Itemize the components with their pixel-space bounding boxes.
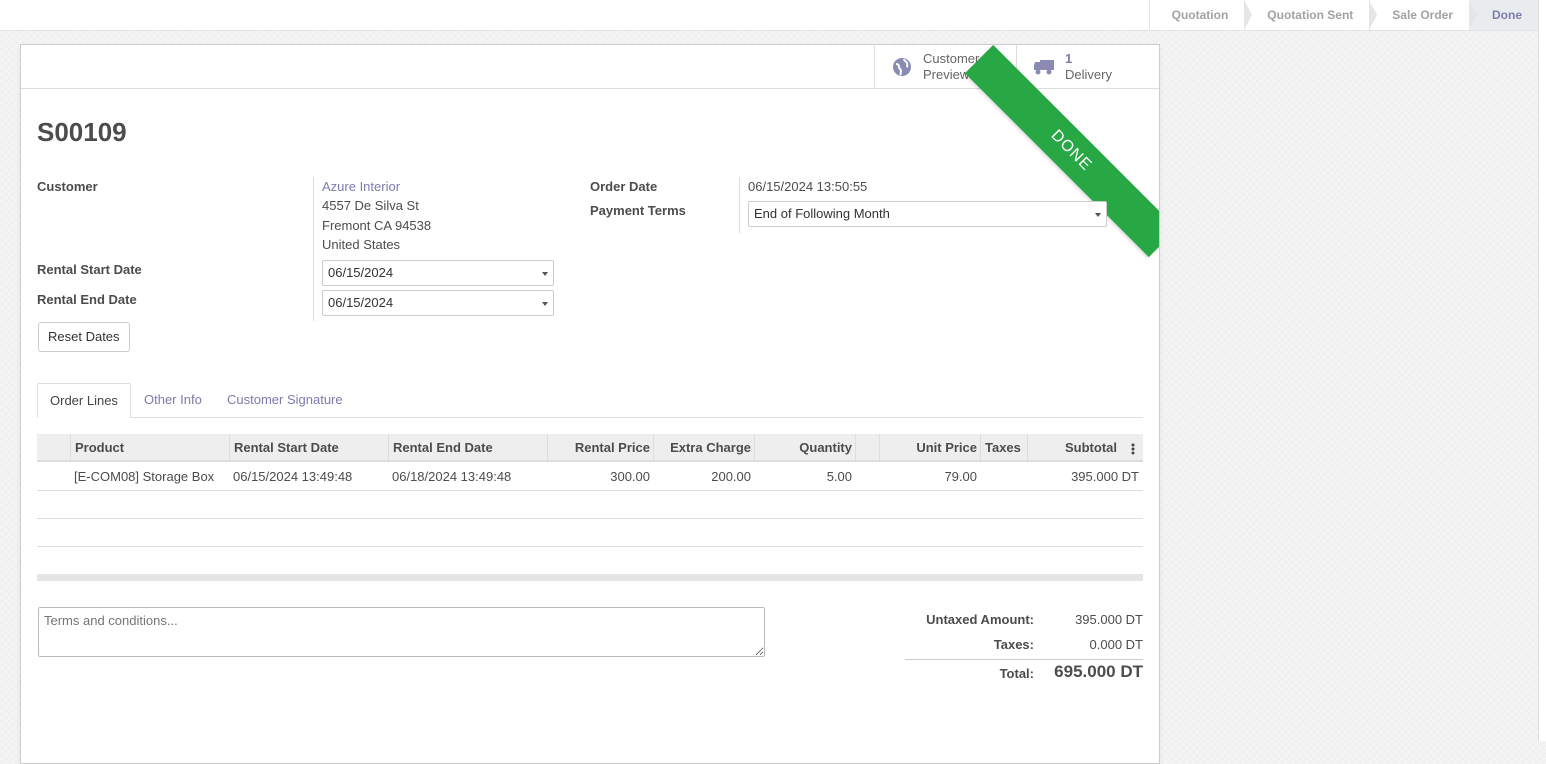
column-options-icon[interactable]	[1131, 442, 1135, 456]
untaxed-value: 395.000 DT	[1075, 612, 1143, 627]
customer-label: Customer	[37, 179, 98, 194]
rental-end-value: 06/15/2024	[328, 295, 394, 310]
truck-icon	[1033, 56, 1055, 78]
stage-done[interactable]: Done	[1469, 0, 1538, 30]
total-label: Total:	[999, 666, 1034, 681]
chevron-down-icon	[1095, 213, 1101, 217]
rental-start-input[interactable]: 06/15/2024	[322, 260, 554, 286]
delivery-count: 1	[1065, 51, 1073, 66]
stage-pipeline: Quotation Quotation Sent Sale Order Done	[1148, 0, 1538, 30]
taxes-value: 0.000 DT	[1089, 637, 1143, 652]
stage-quotation-sent[interactable]: Quotation Sent	[1244, 0, 1378, 30]
notebook-tabs: Order Lines Other Info Customer Signatur…	[37, 383, 1143, 418]
cell-taxes	[980, 463, 1028, 491]
scrollbar[interactable]	[1538, 0, 1546, 741]
table-row[interactable]: [E-COM08] Storage Box 06/15/2024 13:49:4…	[37, 463, 1143, 491]
col-unit-price[interactable]: Unit Price	[879, 434, 981, 462]
untaxed-label: Untaxed Amount:	[926, 612, 1034, 627]
payment-terms-value: End of Following Month	[754, 206, 890, 221]
table-row-empty	[37, 547, 1143, 575]
address-country: United States	[322, 237, 401, 252]
rental-start-label: Rental Start Date	[37, 262, 142, 277]
tab-customer-signature[interactable]: Customer Signature	[215, 383, 355, 418]
delivery-button[interactable]: 1 Delivery	[1016, 45, 1159, 89]
col-extra-charge[interactable]: Extra Charge	[653, 434, 755, 462]
total-value: 695.000 DT	[1054, 662, 1143, 681]
customer-link[interactable]: Azure Interior	[322, 179, 400, 194]
payment-terms-label: Payment Terms	[590, 203, 686, 218]
cell-subtotal: 395.000 DT	[1071, 469, 1139, 484]
tab-order-lines[interactable]: Order Lines	[37, 383, 131, 418]
terms-textarea[interactable]	[38, 607, 765, 657]
cell-end: 06/18/2024 13:49:48	[392, 469, 512, 484]
table-row-empty	[37, 519, 1143, 547]
cell-product: [E-COM08] Storage Box	[74, 469, 215, 484]
form-sheet: Customer Preview 1 Delivery DONE S00109 Cu…	[20, 44, 1160, 764]
rental-end-input[interactable]: 06/15/2024	[322, 290, 554, 316]
col-taxes[interactable]: Taxes	[980, 434, 1028, 462]
rental-end-label: Rental End Date	[37, 292, 137, 307]
totals-divider	[905, 659, 1143, 660]
table-footer-bar	[37, 574, 1143, 581]
left-group-separator	[313, 177, 314, 321]
status-bar: Quotation Quotation Sent Sale Order Done	[0, 0, 1546, 31]
delivery-label: Delivery	[1065, 67, 1112, 82]
chevron-down-icon	[542, 272, 548, 276]
table-row-empty	[37, 491, 1143, 519]
cell-unit-price: 79.00	[944, 469, 977, 484]
col-quantity[interactable]: Quantity	[754, 434, 856, 462]
col-product[interactable]: Product	[70, 434, 230, 462]
col-subtotal[interactable]: Subtotal	[1027, 434, 1121, 462]
order-title: S00109	[37, 117, 127, 147]
cell-start: 06/15/2024 13:49:48	[233, 469, 353, 484]
stage-quotation[interactable]: Quotation	[1148, 0, 1252, 30]
col-rental-price[interactable]: Rental Price	[547, 434, 654, 462]
cell-rental-price: 300.00	[610, 469, 650, 484]
col-spacer	[855, 434, 880, 462]
col-rental-start[interactable]: Rental Start Date	[229, 434, 389, 462]
address-city: Fremont CA 94538	[322, 218, 432, 233]
globe-icon	[891, 56, 913, 78]
stage-sale-order[interactable]: Sale Order	[1369, 0, 1477, 30]
cell-quantity: 5.00	[826, 469, 852, 484]
order-date-value: 06/15/2024 13:50:55	[748, 179, 868, 194]
customer-preview-line2: Preview	[923, 67, 970, 82]
taxes-label: Taxes:	[993, 637, 1034, 652]
customer-preview-line1: Customer	[923, 51, 980, 66]
reset-dates-button[interactable]: Reset Dates	[38, 322, 130, 352]
rental-start-value: 06/15/2024	[328, 265, 394, 280]
address-street: 4557 De Silva St	[322, 198, 419, 213]
col-rental-end[interactable]: Rental End Date	[388, 434, 548, 462]
tab-other-info[interactable]: Other Info	[132, 383, 214, 418]
payment-terms-select[interactable]: End of Following Month	[748, 201, 1107, 227]
order-date-label: Order Date	[590, 179, 658, 194]
table-header: Product Rental Start Date Rental End Dat…	[37, 434, 1143, 462]
chevron-down-icon	[542, 302, 548, 306]
right-group-separator	[739, 177, 740, 233]
cell-extra-charge: 200.00	[711, 469, 751, 484]
